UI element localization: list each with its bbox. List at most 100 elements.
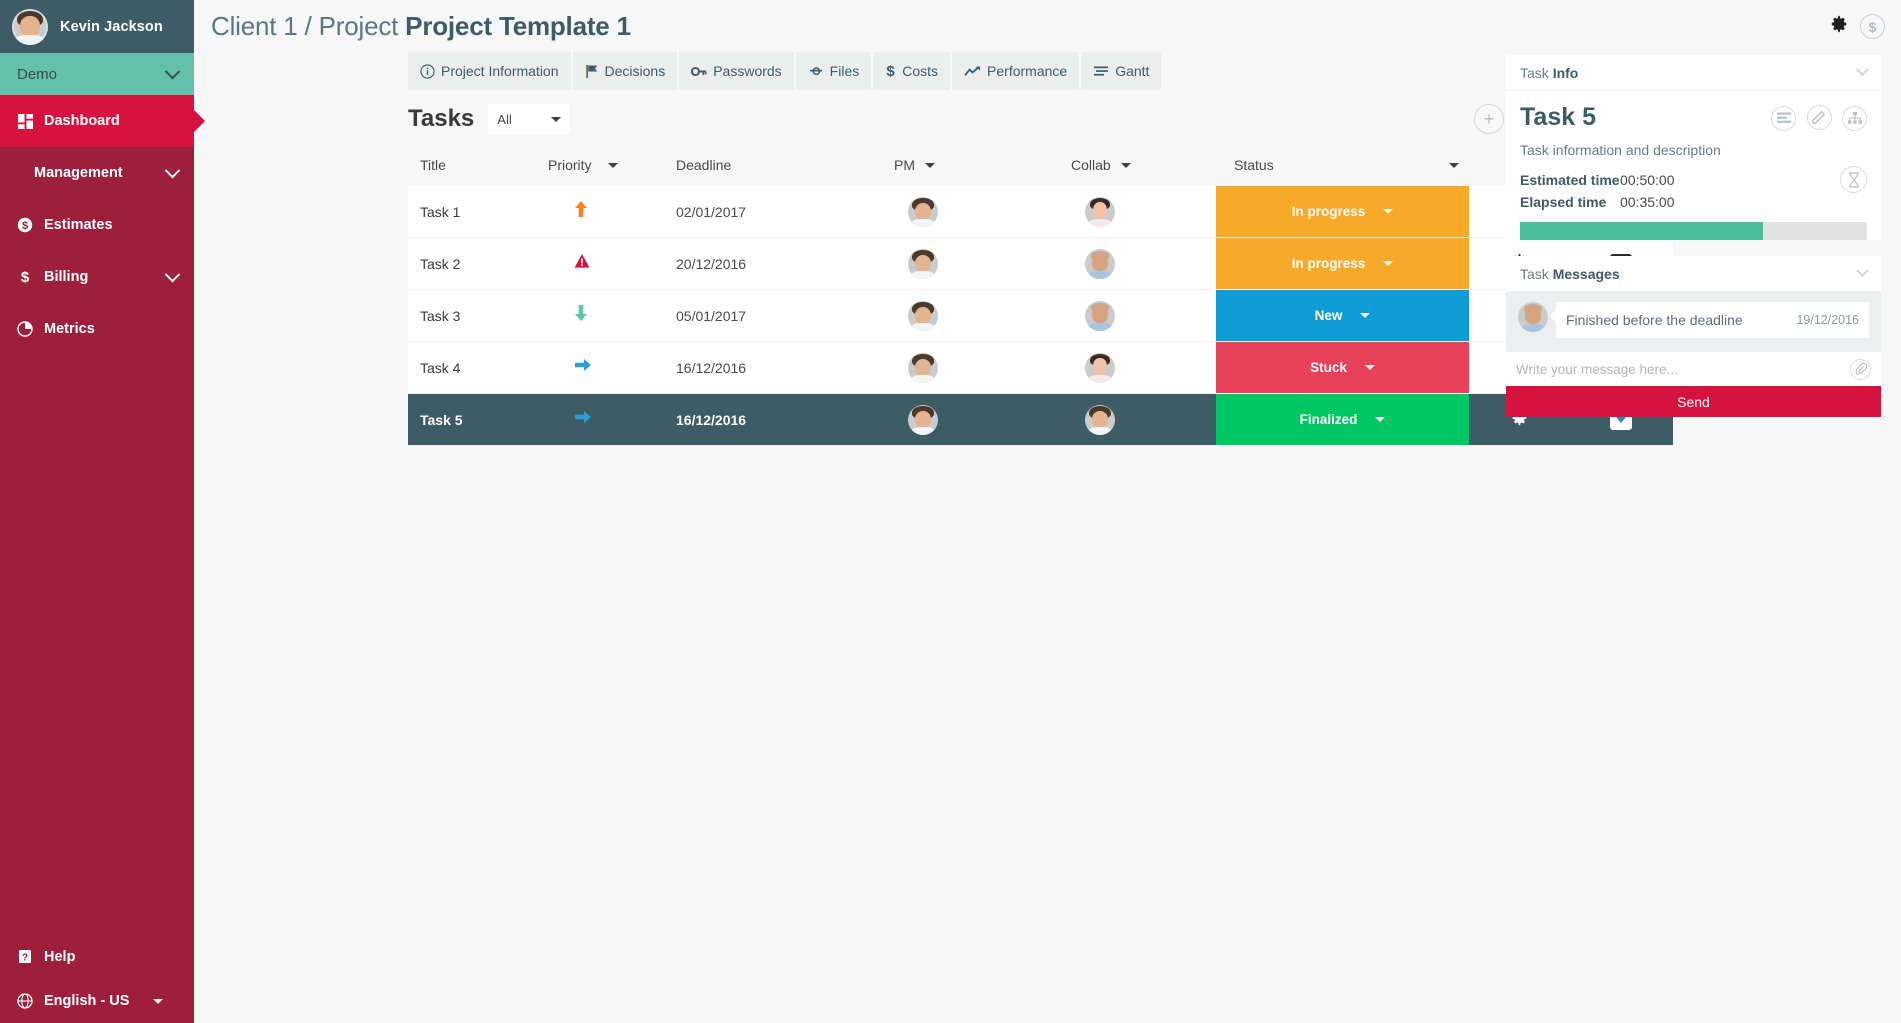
add-task-button[interactable]: +: [1474, 104, 1504, 134]
task-messages-card: Task Messages Finished before the deadli…: [1506, 256, 1881, 417]
caret-down-icon: [1375, 417, 1386, 422]
page-title: Project Template 1: [405, 11, 631, 41]
task-status[interactable]: New: [1216, 290, 1469, 341]
column-header-pm[interactable]: PM: [894, 157, 1071, 173]
send-button[interactable]: Send: [1506, 386, 1881, 417]
task-deadline: 16/12/2016: [676, 359, 747, 376]
avatar: [1085, 248, 1115, 279]
avatar: [908, 404, 938, 435]
table-row[interactable]: Task 2 20/12/2016 In progress: [408, 238, 1673, 290]
tab-costs[interactable]: $ Costs: [873, 52, 951, 90]
task-status[interactable]: Finalized: [1216, 394, 1469, 445]
chevron-down-icon[interactable]: [1856, 264, 1869, 278]
sidebar-item-label: Metrics: [44, 321, 95, 337]
task-status[interactable]: In progress: [1216, 186, 1469, 237]
column-header-label: Collab: [1071, 157, 1111, 173]
status-badge[interactable]: New: [1216, 290, 1469, 341]
avatar: [1085, 196, 1115, 227]
task-collab: [1071, 300, 1216, 331]
message-input[interactable]: Write your message here...: [1506, 352, 1881, 386]
task-status[interactable]: Stuck: [1216, 342, 1469, 393]
status-label: Stuck: [1310, 360, 1347, 375]
avatar: [908, 248, 938, 279]
column-header-status[interactable]: Status: [1216, 144, 1469, 186]
sidebar-item-language[interactable]: English - US: [0, 979, 194, 1023]
panel-label-bold: Messages: [1552, 265, 1620, 282]
task-status[interactable]: In progress: [1216, 238, 1469, 289]
caret-down-icon: [607, 162, 618, 168]
caret-down-icon: [1364, 365, 1375, 370]
sidebar-item-metrics[interactable]: Metrics: [0, 303, 194, 355]
task-messages-header[interactable]: Task Messages: [1506, 256, 1881, 292]
breadcrumb-prefix[interactable]: Client 1 / Project: [211, 11, 405, 41]
sidebar-item-management[interactable]: Management: [0, 147, 194, 199]
key-icon: [691, 64, 707, 79]
message-input-placeholder: Write your message here...: [1516, 361, 1678, 377]
elapsed-time-row: Elapsed time 00:35:00: [1520, 194, 1867, 210]
tab-gantt[interactable]: Gantt: [1081, 52, 1162, 90]
task-pm: [894, 300, 1071, 331]
topbar: Client 1 / Project Project Template 1 $: [194, 0, 1901, 53]
status-badge[interactable]: Finalized: [1216, 394, 1469, 445]
status-label: New: [1314, 308, 1343, 323]
avatar: [908, 196, 938, 227]
message-date: 19/12/2016: [1796, 313, 1859, 327]
task-priority: [548, 410, 676, 429]
column-header-collab[interactable]: Collab: [1071, 157, 1216, 173]
sidebar-item-dashboard[interactable]: Dashboard: [0, 95, 194, 147]
task-filter-value: All: [497, 111, 512, 127]
tab-project-information[interactable]: Project Information: [408, 52, 571, 90]
table-header-row: Title Priority Deadline PM Collab Status: [408, 144, 1673, 186]
gantt-bars-icon: [1093, 65, 1109, 77]
pencil-edit-icon[interactable]: [1806, 104, 1832, 130]
status-badge[interactable]: In progress: [1216, 186, 1469, 237]
estimated-time-label: Estimated time: [1520, 172, 1620, 188]
caret-down-icon: [925, 162, 935, 168]
caret-down-icon: [1449, 162, 1459, 168]
sitemap-icon[interactable]: [1842, 105, 1867, 131]
table-row[interactable]: Task 4 16/12/2016 Stuck: [408, 342, 1673, 394]
workspace-selector[interactable]: Demo: [0, 53, 194, 95]
task-deadline: 02/01/2017: [676, 203, 747, 220]
sidebar-item-estimates[interactable]: $ Estimates: [0, 199, 194, 251]
tab-decisions[interactable]: Decisions: [572, 52, 678, 90]
tab-files[interactable]: Files: [795, 52, 872, 90]
list-lines-icon[interactable]: [1771, 105, 1797, 131]
table-row[interactable]: Task 5 16/12/2016 Finalized: [408, 394, 1673, 446]
breadcrumb: Client 1 / Project Project Template 1: [211, 11, 631, 42]
progress-bar: [1520, 222, 1867, 240]
sidebar-bottom: ? Help English - US: [0, 935, 194, 1023]
tab-passwords[interactable]: Passwords: [679, 52, 794, 90]
chevron-down-icon[interactable]: [1856, 63, 1869, 77]
paperclip-icon[interactable]: [1850, 358, 1871, 380]
caret-down-icon: [1360, 313, 1371, 318]
estimated-time-row: Estimated time 00:50:00: [1520, 172, 1867, 188]
task-filter-select[interactable]: All: [488, 104, 571, 134]
task-priority: [548, 200, 676, 223]
task-collab: [1071, 248, 1216, 279]
warning-triangle-icon: [574, 253, 590, 274]
hourglass-icon[interactable]: [1840, 166, 1867, 193]
svg-text:?: ?: [22, 953, 28, 964]
table-row[interactable]: Task 1 02/01/2017 In progress: [408, 186, 1673, 238]
sidebar-user[interactable]: Kevin Jackson: [0, 0, 194, 53]
status-badge[interactable]: In progress: [1216, 238, 1469, 289]
dollar-circle-icon[interactable]: $: [1860, 14, 1885, 39]
dashboard-grid-icon: [16, 113, 34, 129]
sidebar-item-help[interactable]: ? Help: [0, 935, 194, 979]
right-panel: Task Info Task 5 Task information and de…: [1506, 55, 1881, 425]
avatar: [1085, 404, 1115, 435]
status-badge[interactable]: Stuck: [1216, 342, 1469, 393]
caret-down-icon: [1383, 261, 1394, 266]
task-deadline: 05/01/2017: [676, 307, 747, 324]
task-info-header[interactable]: Task Info: [1506, 55, 1881, 91]
svg-text:$: $: [22, 220, 28, 232]
tab-label: Project Information: [441, 63, 559, 79]
tab-performance[interactable]: Performance: [952, 52, 1080, 90]
workspace-label: Demo: [17, 65, 58, 83]
estimated-time-value: 00:50:00: [1620, 172, 1675, 188]
column-header-priority[interactable]: Priority: [548, 157, 676, 173]
table-row[interactable]: Task 3 05/01/2017 New: [408, 290, 1673, 342]
gear-icon[interactable]: [1830, 15, 1848, 38]
sidebar-item-billing[interactable]: $ Billing: [0, 251, 194, 303]
